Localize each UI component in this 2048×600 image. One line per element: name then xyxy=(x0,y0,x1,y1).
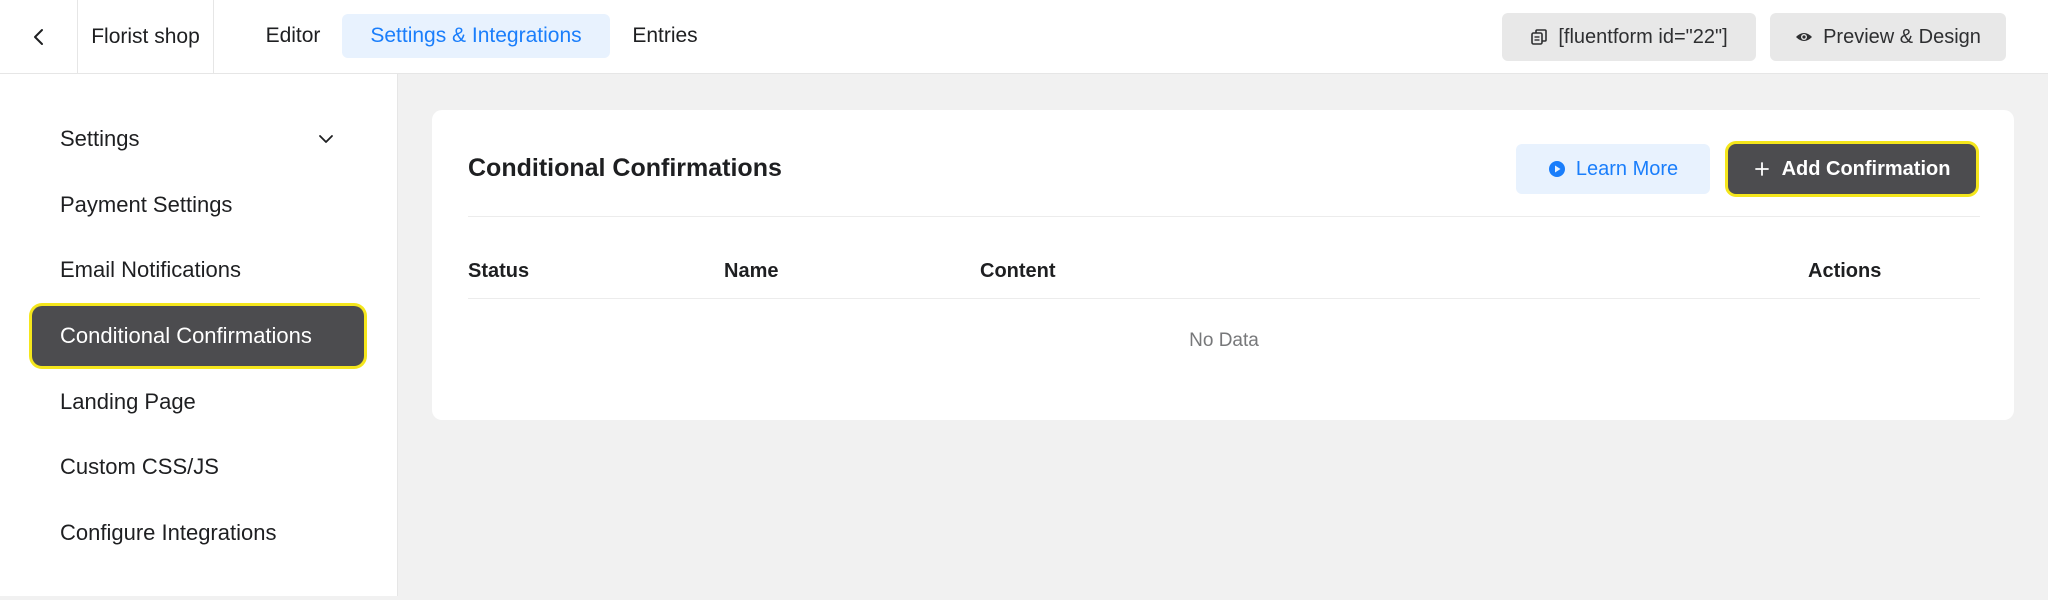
sidebar-item-label: Payment Settings xyxy=(60,192,233,217)
empty-table-message: No Data xyxy=(1189,330,1259,351)
confirmations-card: Conditional Confirmations Learn More Add… xyxy=(432,110,2014,420)
sidebar-item-label: Settings xyxy=(60,126,140,151)
sidebar-item-landing-page[interactable]: Landing Page xyxy=(32,372,364,432)
sidebar-item-custom-css-js[interactable]: Custom CSS/JS xyxy=(32,437,364,497)
sidebar-item-conditional-confirmations[interactable]: Conditional Confirmations xyxy=(32,306,364,366)
form-name: Florist shop xyxy=(78,0,214,74)
divider xyxy=(468,216,1980,217)
column-header-name: Name xyxy=(724,260,779,282)
copy-icon xyxy=(1531,29,1548,45)
column-header-status: Status xyxy=(468,260,530,282)
column-header-actions: Actions xyxy=(1808,260,1882,282)
column-header-content: Content xyxy=(980,260,1056,282)
page-title: Conditional Confirmations xyxy=(468,154,782,182)
play-circle-icon xyxy=(1548,161,1565,177)
settings-sidebar: Settings Payment Settings Email Notifica… xyxy=(0,74,398,596)
sidebar-item-label: Email Notifications xyxy=(60,257,241,282)
tab-entries[interactable]: Entries xyxy=(610,14,720,58)
learn-more-button[interactable]: Learn More xyxy=(1516,144,1710,194)
preview-label: Preview & Design xyxy=(1823,25,1981,48)
add-confirmation-label: Add Confirmation xyxy=(1781,157,1951,180)
top-bar: Florist shop Editor Settings & Integrati… xyxy=(0,0,2048,74)
sidebar-item-payment-settings[interactable]: Payment Settings xyxy=(32,175,364,235)
chevron-down-icon xyxy=(319,135,333,143)
sidebar-item-email-notifications[interactable]: Email Notifications xyxy=(32,240,364,300)
add-confirmation-button[interactable]: Add Confirmation xyxy=(1728,144,1976,194)
plus-icon xyxy=(1754,162,1769,176)
chevron-left-icon xyxy=(33,29,43,45)
sidebar-item-settings[interactable]: Settings xyxy=(32,109,364,169)
preview-design-button[interactable]: Preview & Design xyxy=(1770,13,2006,61)
shortcode-copy-button[interactable]: [fluentform id="22"] xyxy=(1502,13,1756,61)
sidebar-item-configure-integrations[interactable]: Configure Integrations xyxy=(32,503,364,563)
sidebar-item-label: Landing Page xyxy=(60,389,196,414)
tab-settings-integrations[interactable]: Settings & Integrations xyxy=(342,14,610,58)
shortcode-label: [fluentform id="22"] xyxy=(1558,25,1728,48)
sidebar-item-label: Custom CSS/JS xyxy=(60,454,219,479)
sidebar-item-label: Conditional Confirmations xyxy=(60,323,312,348)
back-button[interactable] xyxy=(0,0,78,74)
learn-more-label: Learn More xyxy=(1575,157,1679,180)
tab-editor[interactable]: Editor xyxy=(244,14,342,58)
eye-icon xyxy=(1796,33,1813,41)
sidebar-item-label: Configure Integrations xyxy=(60,520,277,545)
table-header-divider xyxy=(468,298,1980,299)
